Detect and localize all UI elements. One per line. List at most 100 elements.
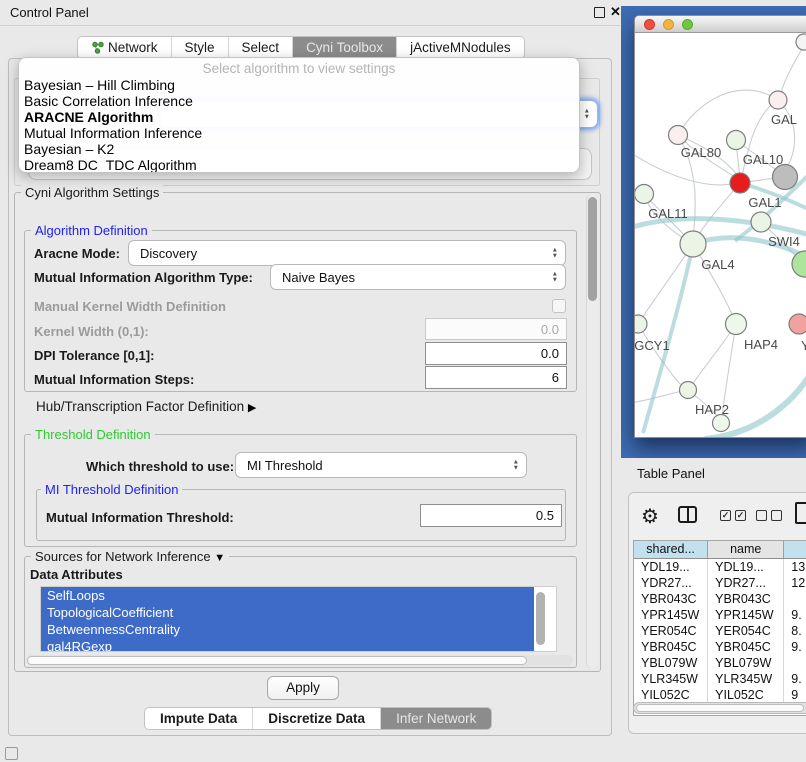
algorithm-option-dream8-dc-tdc-algorithm[interactable]: Dream8 DC_TDC Algorithm [19, 157, 579, 173]
checked-box-icon[interactable]: ✓ [735, 510, 746, 521]
network-icon [91, 41, 104, 54]
network-graph[interactable]: GALGAL80GAL10GAL1GAL11GAL4SWI4GCY1HAP4YH… [635, 33, 806, 438]
unchecked-box-icon[interactable] [771, 510, 782, 521]
table-row[interactable]: YBR043CYBR043C [634, 591, 806, 607]
sources-hscrollbar-thumb[interactable] [27, 656, 527, 665]
data-attribute-selfloops[interactable]: SelfLoops [41, 587, 534, 604]
node-gray[interactable] [773, 165, 798, 190]
table-cell: YBR043C [708, 591, 784, 607]
column-header-2[interactable] [784, 541, 806, 558]
zoom-traffic-light[interactable] [682, 19, 693, 30]
node-bottom[interactable] [713, 415, 730, 432]
control-panel-tabs: NetworkStyle Select Cyni Toolbox jActiveMNo… [77, 36, 525, 59]
table-row[interactable]: YDL19...YDL19...13 [634, 559, 806, 575]
tab-label: jActiveMNodules [410, 40, 511, 55]
node-gal4[interactable] [680, 231, 706, 257]
tab-jactivemnodules[interactable]: jActiveMNodules [397, 37, 524, 58]
table-row[interactable]: YIL052CYIL052C9 [634, 687, 806, 703]
gear-icon[interactable]: ⚙ [641, 504, 659, 529]
table-row[interactable]: YDR27...YDR27...12 [634, 575, 806, 591]
dpi-tolerance-field[interactable] [425, 342, 567, 365]
data-attributes-list[interactable]: SelfLoopsTopologicalCoefficientBetweenne… [40, 586, 557, 652]
column-header-name[interactable]: name [708, 541, 784, 558]
manual-kernel-checkbox[interactable] [552, 299, 566, 313]
sources-group-title[interactable]: Sources for Network Inference ▼ [31, 549, 229, 564]
mini-float-icon[interactable] [5, 747, 18, 760]
which-threshold-combobox[interactable]: MI Threshold ▲▼ [235, 452, 527, 478]
node-gcy1[interactable] [635, 315, 647, 333]
expand-right-icon: ▶ [248, 402, 256, 414]
table-row[interactable]: YER054CYER054C8. [634, 623, 806, 639]
settings-scrollbar-thumb[interactable] [588, 197, 597, 301]
table-cell: YBR043C [634, 591, 708, 607]
close-icon[interactable]: ✕ [610, 4, 621, 20]
network-window-titlebar[interactable] [635, 16, 806, 33]
node-gal10[interactable] [727, 131, 746, 150]
tab-select[interactable]: Select [229, 37, 294, 58]
algorithm-option-bayesian-hill-climbing[interactable]: Bayesian – Hill Climbing [19, 77, 579, 93]
close-traffic-light[interactable] [644, 19, 655, 30]
dropdown-placeholder: Select algorithm to view settings [19, 58, 579, 77]
apply-button[interactable]: Apply [267, 676, 339, 700]
which-threshold-value: MI Threshold [247, 458, 323, 473]
list-scrollbar-thumb[interactable] [536, 592, 545, 645]
algorithm-option-basic-correlation-inference[interactable]: Basic Correlation Inference [19, 93, 579, 109]
node-hap4[interactable] [726, 314, 747, 335]
node-top-partial[interactable] [796, 34, 806, 50]
tab-impute-data[interactable]: Impute Data [145, 708, 253, 729]
node-hap2[interactable] [680, 382, 697, 399]
tab-style[interactable]: Style [172, 37, 229, 58]
algorithm-option-bayesian-k2[interactable]: Bayesian – K2 [19, 141, 579, 157]
table-row[interactable]: YPR145WYPR145W9. [634, 607, 806, 623]
table-row[interactable]: YBR045CYBR045C9. [634, 639, 806, 655]
node-gal11[interactable] [635, 185, 654, 204]
data-attribute-gal4rgexp[interactable]: gal4RGexp [41, 638, 534, 652]
unchecked-box-icon[interactable] [756, 510, 767, 521]
algorithm-option-aracne-algorithm[interactable]: ARACNE Algorithm [19, 109, 579, 125]
tab-cyni-toolbox[interactable]: Cyni Toolbox [293, 37, 397, 58]
node-gal80[interactable] [669, 126, 688, 145]
network-window[interactable]: GALGAL80GAL10GAL1GAL11GAL4SWI4GCY1HAP4YH… [634, 15, 806, 438]
tab-label: Select [242, 40, 280, 55]
tab-infer-network[interactable]: Infer Network [381, 708, 491, 729]
node-salmon[interactable] [789, 314, 806, 334]
aracne-mode-combobox[interactable]: Discovery ▲▼ [128, 240, 566, 266]
settings-scrollbar[interactable] [586, 194, 598, 668]
table-hscrollbar[interactable] [633, 702, 806, 714]
table-cell: 9 [784, 687, 806, 703]
data-attribute-betweennesscentrality[interactable]: BetweennessCentrality [41, 621, 534, 638]
table-cell: 9. [784, 607, 806, 623]
hub-definition-toggle[interactable]: Hub/Transcription Factor Definition ▶ [36, 399, 256, 414]
tab-discretize-data[interactable]: Discretize Data [253, 708, 381, 729]
sources-title-text: Sources for Network Inference [35, 549, 211, 564]
minimize-traffic-light[interactable] [663, 19, 674, 30]
float-window-icon[interactable] [594, 7, 605, 18]
kernel-width-field[interactable] [425, 318, 567, 340]
node-gal-top[interactable] [769, 91, 787, 109]
node-gal1[interactable] [730, 173, 750, 193]
table-cell: 9. [784, 639, 806, 655]
table-cell: YBR045C [634, 639, 708, 655]
mi-threshold-field[interactable] [420, 504, 562, 527]
table-cell: 9. [784, 671, 806, 687]
columns-icon[interactable] [678, 506, 697, 523]
mi-type-combobox[interactable]: Naive Bayes ▲▼ [270, 264, 566, 290]
table-rows: YDL19...YDL19...13YDR27...YDR27...12YBR0… [634, 559, 806, 703]
table-cell: YBR045C [708, 639, 784, 655]
table-hscrollbar-thumb[interactable] [636, 704, 804, 712]
node-swi4[interactable] [751, 212, 771, 232]
column-header-shared[interactable]: shared... [634, 541, 708, 558]
data-attribute-topologicalcoefficient[interactable]: TopologicalCoefficient [41, 604, 534, 621]
document-icon[interactable] [795, 502, 806, 524]
mi-steps-field[interactable] [425, 366, 567, 389]
table-row[interactable]: YLR345WYLR345W9. [634, 671, 806, 687]
table-panel-title: Table Panel [637, 466, 705, 481]
table-row[interactable]: YBL079WYBL079W [634, 655, 806, 671]
spinner-icon: ▲▼ [513, 460, 519, 471]
table-cell: YLR345W [708, 671, 784, 687]
sources-hscrollbar[interactable] [26, 655, 573, 666]
checked-box-icon[interactable]: ✓ [720, 510, 731, 521]
algorithm-option-mutual-information-inference[interactable]: Mutual Information Inference [19, 125, 579, 141]
tab-network[interactable]: Network [78, 37, 172, 58]
table-cell: YPR145W [634, 607, 708, 623]
